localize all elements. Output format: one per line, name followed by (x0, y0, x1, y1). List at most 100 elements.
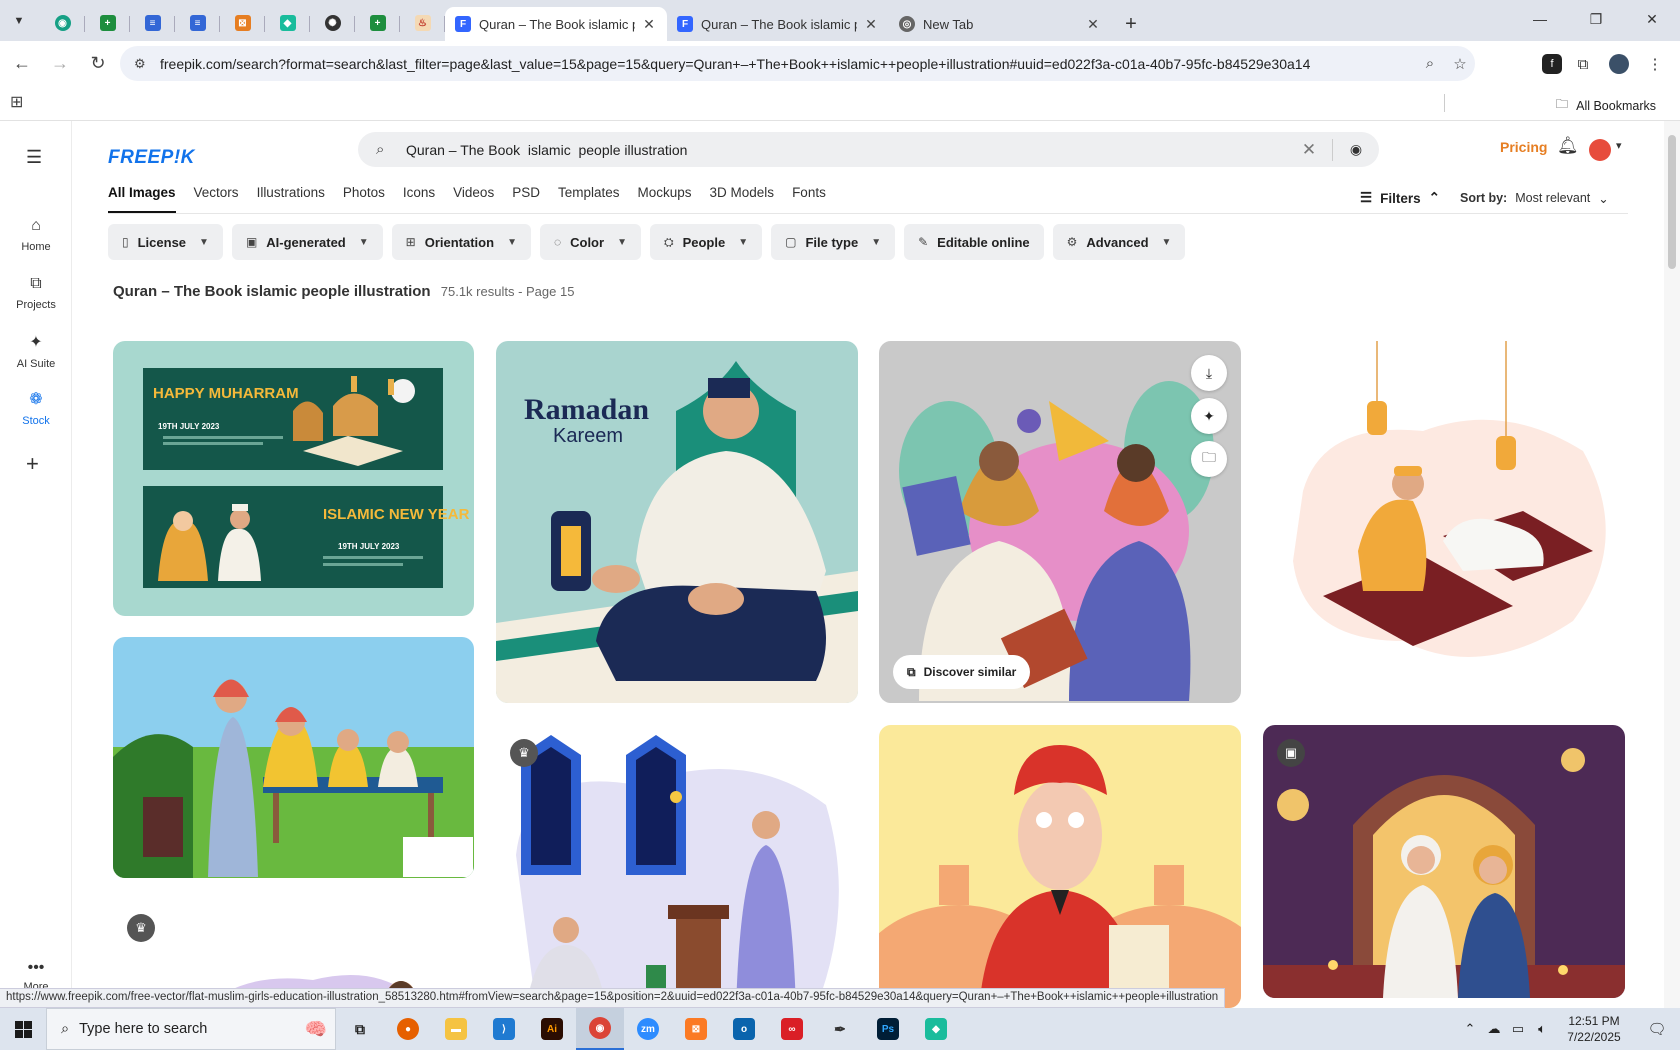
task-view-icon[interactable]: ⧉ (336, 1008, 384, 1050)
all-bookmarks[interactable]: 🗀 All Bookmarks (1556, 95, 1656, 116)
filter-people[interactable]: ⛭ People ▼ (649, 224, 763, 260)
page-scrollbar[interactable] (1664, 121, 1680, 1008)
outlook-icon[interactable]: o (720, 1008, 768, 1050)
tab-psd[interactable]: PSD (512, 185, 540, 213)
filter-orientation[interactable]: ⊞ Orientation ▼ (391, 224, 531, 260)
pen-tool-icon[interactable]: ✒ (816, 1008, 864, 1050)
chrome-icon[interactable]: ◉ (576, 1008, 624, 1050)
tab-mockups[interactable]: Mockups (638, 185, 692, 213)
tab-vectors[interactable]: Vectors (194, 185, 239, 213)
add-icon[interactable]: + (26, 451, 39, 477)
save-to-collection-icon[interactable]: 🗀 (1191, 441, 1227, 477)
result-card-family-picnic[interactable] (113, 637, 474, 878)
pinned-tab-9[interactable]: ♨ (400, 5, 445, 41)
onedrive-icon[interactable]: ☁ (1482, 1021, 1506, 1037)
filter-editable-online[interactable]: ✎ Editable online (904, 224, 1044, 260)
close-window-icon[interactable]: ✕ (1624, 0, 1680, 38)
photoshop-icon[interactable]: Ps (864, 1008, 912, 1050)
result-card-muharram-banners[interactable]: HAPPY MUHARRAM 19TH JULY 2023 ISLAMIC NE… (113, 341, 474, 616)
hamburger-menu-icon[interactable]: ☰ (26, 147, 42, 168)
new-tab-button[interactable]: + (1117, 7, 1145, 41)
address-url[interactable]: freepik.com/search?format=search&last_fi… (160, 56, 1415, 72)
bookmark-star-icon[interactable]: ☆ (1445, 55, 1475, 73)
pricing-link[interactable]: Pricing (1500, 139, 1547, 155)
filter-ai-generated[interactable]: ▣ AI-generated ▼ (231, 224, 383, 260)
firefox-icon[interactable]: ● (384, 1008, 432, 1050)
volume-icon[interactable]: 🔈︎ (1530, 1021, 1554, 1037)
discover-similar-button[interactable]: ⧉ Discover similar (893, 655, 1031, 689)
tab-icons[interactable]: Icons (403, 185, 435, 213)
vscode-icon[interactable]: ⟩ (480, 1008, 528, 1050)
chevron-down-icon[interactable]: ▾ (1616, 139, 1622, 152)
pinned-tab-3[interactable]: ≡ (130, 5, 175, 41)
close-tab-icon[interactable]: ✕ (641, 16, 657, 33)
bell-icon[interactable]: 🔔︎ (1557, 136, 1579, 156)
result-card-couple-praying[interactable]: ▣ (1263, 725, 1625, 998)
rail-item-stock[interactable]: ❁ Stock (0, 389, 72, 427)
app-icon[interactable]: ◆ (912, 1008, 960, 1050)
tab-1[interactable]: F Quran – The Book islamic peop ✕ (445, 7, 667, 41)
close-tab-icon[interactable]: ✕ (863, 16, 879, 33)
filter-color[interactable]: ◌ Color ▼ (539, 224, 641, 260)
tab-search-chevron-icon[interactable]: ▼ (8, 10, 30, 32)
pinned-tab-7[interactable]: ✺ (310, 5, 355, 41)
rail-item-ai-suite[interactable]: ✦ AI Suite (0, 332, 72, 370)
result-card-mosque-imam[interactable]: ♛ (496, 725, 858, 1008)
ai-edit-sparkle-icon[interactable]: ✦ (1191, 398, 1227, 434)
zoom-icon[interactable]: ⌕ (1415, 55, 1445, 72)
search-input[interactable] (406, 141, 1294, 158)
tab-3d-models[interactable]: 3D Models (710, 185, 775, 213)
user-avatar[interactable] (1589, 139, 1611, 161)
xampp-icon[interactable]: ⊠ (672, 1008, 720, 1050)
filters-button[interactable]: ☰ Filters ⌃ (1360, 190, 1440, 206)
profile-avatar-icon[interactable] (1604, 49, 1634, 79)
taskbar-search[interactable]: ⌕ Type here to search 🧠 (46, 1008, 336, 1050)
scrollbar-thumb[interactable] (1668, 135, 1676, 269)
result-card-ramadan-kareem[interactable]: Ramadan Kareem (496, 341, 858, 703)
address-bar[interactable]: ⚙ freepik.com/search?format=search&last_… (120, 46, 1475, 81)
forward-icon[interactable]: → (44, 48, 76, 80)
notifications-icon[interactable]: 🗨︎ (1634, 1020, 1680, 1038)
tab-photos[interactable]: Photos (343, 185, 385, 213)
sort-by[interactable]: Sort by: Most relevant ⌄ (1460, 191, 1609, 206)
rail-item-home[interactable]: ⌂ Home (0, 217, 72, 253)
pinned-tab-6[interactable]: ◆ (265, 5, 310, 41)
tab-2[interactable]: F Quran – The Book islamic peop ✕ (667, 7, 889, 41)
close-tab-icon[interactable]: ✕ (1085, 16, 1101, 33)
download-icon[interactable]: ⤓ (1191, 355, 1227, 391)
filter-license[interactable]: ▯ License ▼ (108, 224, 223, 260)
result-card-prayer-mats[interactable] (1263, 341, 1625, 703)
tab-illustrations[interactable]: Illustrations (257, 185, 325, 213)
tab-all-images[interactable]: All Images (108, 185, 176, 213)
filter-file-type[interactable]: ▢ File type ▼ (771, 224, 896, 260)
restore-icon[interactable]: ❐ (1568, 0, 1624, 38)
chevron-up-icon[interactable]: ⌃ (1458, 1021, 1482, 1037)
extensions-puzzle-icon[interactable]: ⧉ (1568, 49, 1598, 79)
chrome-menu-icon[interactable]: ⋮ (1640, 49, 1670, 79)
reload-icon[interactable]: ↻ (82, 48, 114, 80)
minimize-icon[interactable]: — (1512, 0, 1568, 38)
camera-search-icon[interactable]: ◉ (1341, 141, 1371, 158)
tab-fonts[interactable]: Fonts (792, 185, 826, 213)
pinned-tab-1[interactable]: ◉ (40, 5, 85, 41)
extension-icon[interactable]: f (1542, 54, 1562, 74)
start-button[interactable] (0, 1008, 46, 1050)
illustrator-icon[interactable]: Ai (528, 1008, 576, 1050)
tab-3[interactable]: ◎ New Tab ✕ (889, 7, 1111, 41)
freepik-logo[interactable]: FREEP!K (108, 147, 195, 169)
pinned-tab-5[interactable]: ⊠ (220, 5, 265, 41)
zoom-icon[interactable]: zm (624, 1008, 672, 1050)
back-icon[interactable]: ← (6, 48, 38, 80)
pinned-tab-2[interactable]: + (85, 5, 130, 41)
rail-item-projects[interactable]: ⧉ Projects (0, 275, 72, 311)
result-card-people-books[interactable]: ⤓ ✦ 🗀 ⧉ Discover similar (879, 341, 1241, 703)
result-card-man-red-turban[interactable] (879, 725, 1241, 1008)
network-icon[interactable]: ▭ (1506, 1021, 1530, 1037)
apps-grid-icon[interactable]: ⊞ (10, 92, 23, 112)
file-explorer-icon[interactable]: ▬ (432, 1008, 480, 1050)
pinned-tab-8[interactable]: + (355, 5, 400, 41)
site-info-icon[interactable]: ⚙ (134, 56, 148, 72)
filter-advanced[interactable]: ⚙ Advanced ▼ (1052, 224, 1186, 260)
tab-templates[interactable]: Templates (558, 185, 620, 213)
creative-cloud-icon[interactable]: ∞ (768, 1008, 816, 1050)
